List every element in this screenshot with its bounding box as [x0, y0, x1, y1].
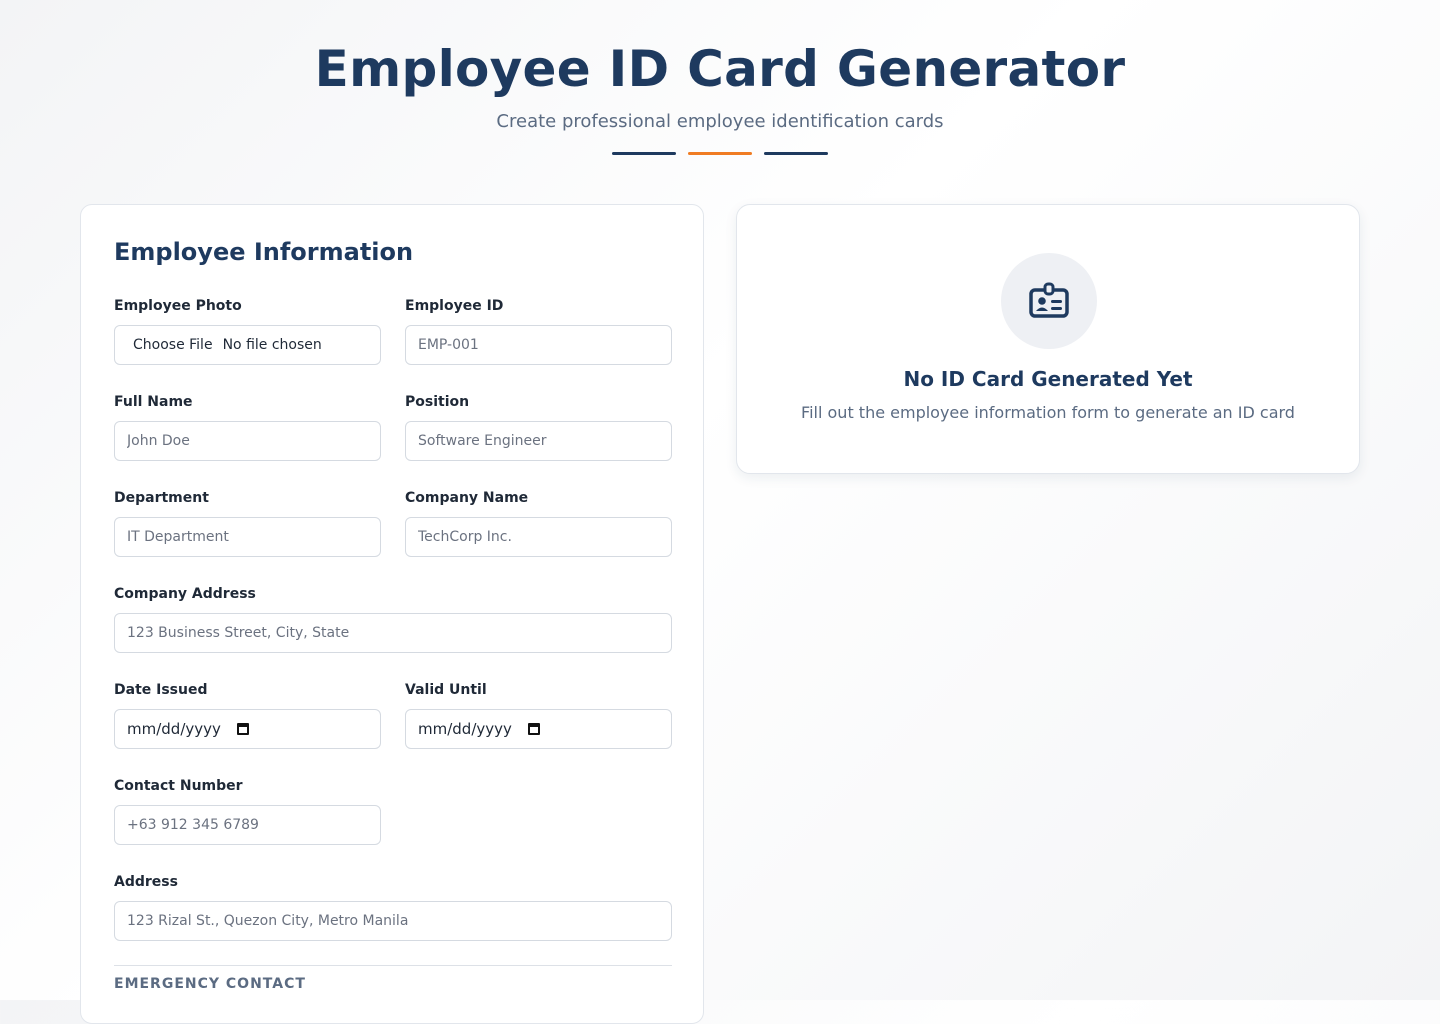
address-input[interactable] — [114, 901, 672, 941]
decorative-bar-left — [612, 152, 676, 155]
id-card-icon — [1029, 282, 1069, 318]
full-name-label: Full Name — [114, 394, 193, 410]
company-name-input[interactable] — [405, 517, 672, 557]
contact-number-input[interactable] — [114, 805, 381, 845]
decorative-bar-right — [764, 152, 828, 155]
form-title: Employee Information — [114, 238, 414, 266]
department-input[interactable] — [114, 517, 381, 557]
id-card-icon-circle — [1001, 253, 1097, 349]
section-divider — [114, 965, 672, 966]
company-name-label: Company Name — [405, 490, 529, 506]
empty-state-text: Fill out the employee information form t… — [801, 403, 1295, 422]
contact-number-label: Contact Number — [114, 778, 243, 794]
id-card-preview-panel: No ID Card Generated Yet Fill out the em… — [736, 204, 1360, 474]
calendar-icon[interactable] — [528, 723, 540, 735]
valid-until-label: Valid Until — [405, 682, 487, 698]
valid-until-input[interactable]: mm/dd/yyyy — [405, 709, 672, 749]
calendar-icon[interactable] — [237, 723, 249, 735]
position-input[interactable] — [405, 421, 672, 461]
company-address-label: Company Address — [114, 586, 256, 602]
date-issued-text: mm/dd/yyyy — [127, 720, 221, 738]
choose-file-button[interactable]: Choose File — [133, 337, 213, 353]
empty-state-title: No ID Card Generated Yet — [903, 367, 1193, 391]
decorative-bar-center — [688, 152, 752, 155]
employee-photo-label: Employee Photo — [114, 298, 242, 314]
valid-until-text: mm/dd/yyyy — [418, 720, 512, 738]
date-issued-label: Date Issued — [114, 682, 208, 698]
employee-photo-input[interactable]: Choose File No file chosen — [114, 325, 381, 365]
emergency-contact-heading: EMERGENCY CONTACT — [114, 976, 306, 992]
file-status-text: No file chosen — [222, 337, 322, 353]
full-name-input[interactable] — [114, 421, 381, 461]
position-label: Position — [405, 394, 470, 410]
employee-form-card: Employee Information Employee Photo Choo… — [80, 204, 704, 1024]
employee-id-input[interactable] — [405, 325, 672, 365]
page-subtitle: Create professional employee identificat… — [496, 111, 944, 132]
department-label: Department — [114, 490, 209, 506]
address-label: Address — [114, 874, 178, 890]
date-issued-input[interactable]: mm/dd/yyyy — [114, 709, 381, 749]
employee-id-label: Employee ID — [405, 298, 504, 314]
company-address-input[interactable] — [114, 613, 672, 653]
page-title: Employee ID Card Generator — [314, 40, 1126, 98]
